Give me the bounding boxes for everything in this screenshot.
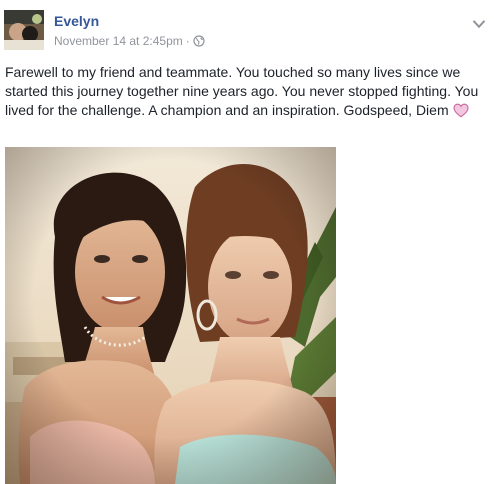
author-name[interactable]: Evelyn	[54, 12, 99, 30]
author-avatar[interactable]	[4, 10, 44, 50]
post-message: Farewell to my friend and teammate. You …	[5, 63, 489, 120]
chevron-down-icon[interactable]	[472, 16, 486, 29]
globe-icon[interactable]	[193, 35, 205, 47]
post-timestamp[interactable]: November 14 at 2:45pm	[54, 33, 183, 49]
photo-image	[5, 147, 336, 484]
post-message-text: Farewell to my friend and teammate. You …	[5, 64, 479, 118]
facebook-post: Evelyn November 14 at 2:45pm · Farewell …	[0, 0, 494, 484]
avatar-image	[4, 10, 44, 50]
post-photo[interactable]	[5, 147, 336, 484]
heart-icon	[452, 103, 469, 118]
meta-separator: ·	[185, 34, 190, 48]
post-meta: November 14 at 2:45pm ·	[54, 33, 205, 49]
